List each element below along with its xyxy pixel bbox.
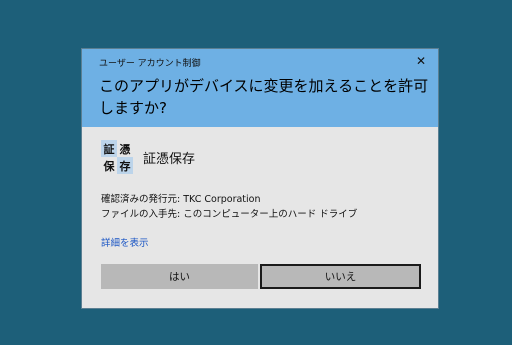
- show-details-link[interactable]: 詳細を表示: [101, 235, 149, 249]
- origin-text: ファイルの入手先: このコンピューター上のハード ドライブ: [101, 209, 358, 220]
- app-name: 証憑保存: [143, 152, 196, 167]
- app-icon: 証 憑 保 存: [101, 140, 133, 174]
- close-icon[interactable]: ✕: [414, 54, 428, 68]
- app-icon-char: 証: [101, 140, 117, 157]
- dialog-question: このアプリがデバイスに変更を加えることを許可しますか?: [99, 77, 429, 117]
- dialog-header: ユーザー アカウント制御 ✕ このアプリがデバイスに変更を加えることを許可します…: [82, 49, 438, 127]
- no-button[interactable]: いいえ: [260, 264, 421, 289]
- dialog-caption: ユーザー アカウント制御: [99, 59, 201, 69]
- yes-button[interactable]: はい: [101, 264, 258, 289]
- app-icon-char: 保: [103, 159, 115, 173]
- uac-dialog: ユーザー アカウント制御 ✕ このアプリがデバイスに変更を加えることを許可します…: [82, 49, 438, 308]
- app-icon-char: 存: [117, 157, 133, 174]
- publisher-text: 確認済みの発行元: TKC Corporation: [101, 194, 261, 205]
- app-icon-char: 憑: [119, 142, 131, 156]
